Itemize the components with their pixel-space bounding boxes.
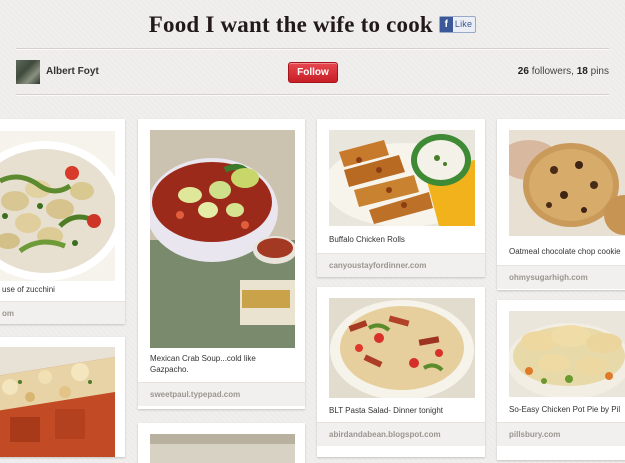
pin-source-label[interactable]: abirdandabean.blogspot.com [329, 430, 441, 439]
pin-image[interactable] [509, 130, 625, 236]
pin-description-line1: Mexican Crab Soup...cold like [150, 354, 256, 363]
facebook-icon: f [439, 17, 453, 33]
pin-source-label[interactable]: ohmysugarhigh.com [509, 273, 588, 282]
pin-card[interactable] [0, 337, 125, 457]
pin-image[interactable] [150, 130, 295, 348]
pin-source-label[interactable]: sweetpaul.typepad.com [150, 390, 240, 399]
pin-card[interactable]: use of zucchini om [0, 119, 125, 324]
avatar[interactable] [16, 60, 40, 84]
pins-count[interactable]: 18 [577, 66, 588, 77]
pin-card[interactable] [138, 423, 305, 463]
board-stats: 26 followers, 18 pins [518, 66, 609, 77]
follow-button[interactable]: Follow [288, 62, 338, 83]
pin-image[interactable] [329, 130, 475, 226]
divider-bottom [16, 94, 609, 96]
pin-source[interactable]: canyoustayfordinner.com [317, 253, 485, 277]
pin-source[interactable]: ohmysugarhigh.com [497, 265, 625, 289]
pin-image[interactable] [0, 347, 115, 457]
pin-description: Oatmeal chocolate chop cookie [509, 247, 621, 256]
pin-card[interactable]: Oatmeal chocolate chop cookie ohmysugarh… [497, 119, 625, 290]
pin-source-label[interactable]: canyoustayfordinner.com [329, 261, 426, 270]
pin-source[interactable]: pillsbury.com [497, 422, 625, 446]
pins-label[interactable]: pins [591, 66, 609, 77]
followers-label[interactable]: followers, [532, 66, 574, 77]
pin-source[interactable]: sweetpaul.typepad.com [138, 382, 305, 406]
pin-source-label[interactable]: om [2, 309, 14, 318]
pin-description: Buffalo Chicken Rolls [329, 235, 405, 244]
pin-description: So-Easy Chicken Pot Pie by Pil [509, 405, 621, 414]
pin-card[interactable]: BLT Pasta Salad- Dinner tonight abirdand… [317, 287, 485, 457]
pin-source[interactable]: abirdandabean.blogspot.com [317, 422, 485, 446]
pin-card[interactable]: Mexican Crab Soup...cold like Gazpacho. … [138, 119, 305, 409]
pin-image[interactable] [329, 298, 475, 398]
pin-image[interactable] [0, 131, 115, 281]
pin-image[interactable] [150, 434, 295, 463]
user-name[interactable]: Albert Foyt [46, 66, 99, 77]
pin-image[interactable] [509, 311, 625, 397]
pin-description: use of zucchini [2, 285, 55, 294]
user-bar: Albert Foyt Follow 26 followers, 18 pins [16, 58, 609, 86]
pin-card[interactable]: So-Easy Chicken Pot Pie by Pil pillsbury… [497, 300, 625, 460]
divider-top [16, 48, 609, 50]
pin-description: Mexican Crab Soup...cold like Gazpacho. [150, 353, 256, 375]
pin-source-label[interactable]: pillsbury.com [509, 430, 560, 439]
pin-card[interactable]: Buffalo Chicken Rolls canyoustayfordinne… [317, 119, 485, 277]
facebook-like-label: Like [454, 19, 473, 30]
board-title: Food I want the wife to cook f Like [0, 12, 625, 38]
facebook-like-button[interactable]: f Like [438, 16, 477, 34]
board-title-text: Food I want the wife to cook [148, 12, 433, 37]
pin-description-line2: Gazpacho. [150, 365, 189, 374]
pin-description: BLT Pasta Salad- Dinner tonight [329, 406, 443, 415]
followers-count[interactable]: 26 [518, 66, 529, 77]
pin-source[interactable]: om [0, 301, 125, 324]
